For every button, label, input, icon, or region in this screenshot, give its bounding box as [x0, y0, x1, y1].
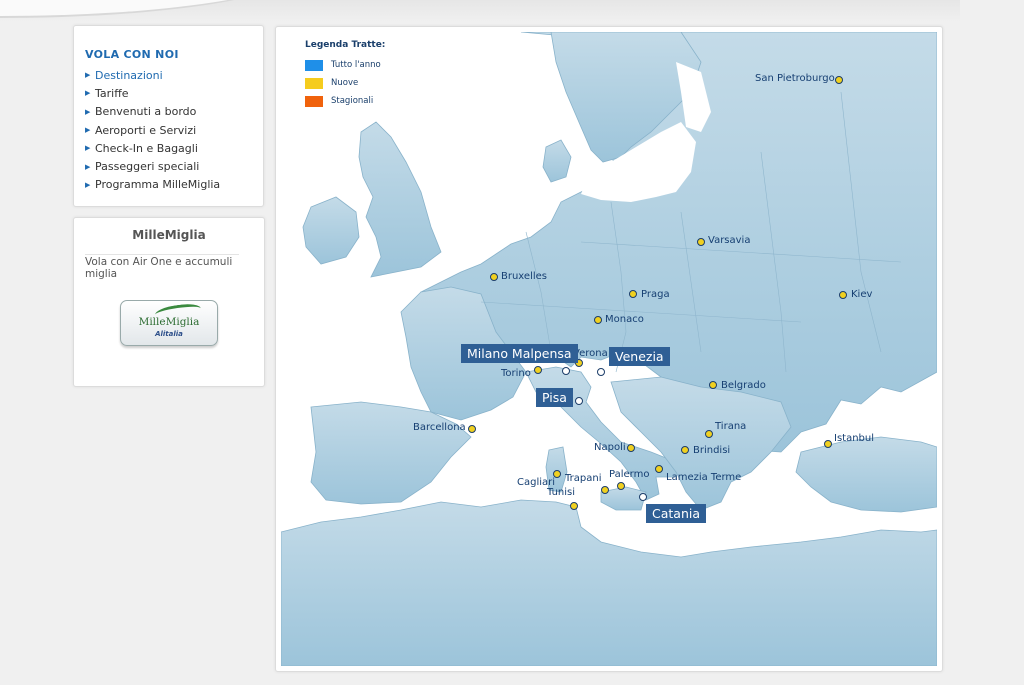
legend-label: Stagionali — [331, 96, 374, 106]
city-marker-pisa[interactable] — [575, 397, 583, 405]
city-marker-barcellona[interactable] — [468, 425, 476, 433]
city-marker-varsavia[interactable] — [697, 238, 705, 246]
city-marker-kiev[interactable] — [839, 291, 847, 299]
legend-label: Nuove — [331, 78, 359, 88]
route-map[interactable]: Legenda Tratte: Tutto l'anno Nuove Stagi… — [281, 32, 937, 666]
hub-label-pisa[interactable]: Pisa — [536, 388, 573, 407]
nav-item-tariffe[interactable]: ▶ Tariffe — [85, 84, 220, 102]
nav-list: ▶ Destinazioni ▶ Tariffe ▶ Benvenuti a bord… — [85, 66, 220, 194]
city-label-kiev[interactable]: Kiev — [851, 289, 872, 300]
city-label-tirana[interactable]: Tirana — [715, 421, 746, 432]
legend-item-stagionali: Stagionali — [305, 92, 385, 110]
city-marker-venezia[interactable] — [597, 368, 605, 376]
city-label-barcellona[interactable]: Barcellona — [413, 422, 466, 433]
city-marker-lamezia-terme[interactable] — [655, 465, 663, 473]
legend-label: Tutto l'anno — [331, 60, 381, 70]
nav-item-passeggeri-speciali[interactable]: ▶ Passeggeri speciali — [85, 157, 220, 175]
city-marker-trapani[interactable] — [601, 486, 609, 494]
city-label-praga[interactable]: Praga — [641, 289, 670, 300]
legend-swatch-blue — [305, 59, 323, 71]
city-label-brindisi[interactable]: Brindisi — [693, 445, 730, 456]
legend-title: Legenda Tratte: — [305, 40, 386, 50]
millemiglia-title: MilleMiglia — [132, 228, 206, 242]
hub-label-venezia[interactable]: Venezia — [609, 347, 670, 366]
header-swoosh — [0, 0, 960, 22]
city-marker-tirana[interactable] — [705, 430, 713, 438]
city-label-bruxelles[interactable]: Bruxelles — [501, 271, 547, 282]
nav-item-label: Benvenuti a bordo — [95, 105, 197, 119]
millemiglia-description: Vola con Air One e accumuli miglia — [85, 256, 233, 280]
city-label-palermo[interactable]: Palermo — [609, 469, 649, 480]
city-marker-napoli[interactable] — [627, 444, 635, 452]
city-marker-brindisi[interactable] — [681, 446, 689, 454]
legend-swatch-yellow — [305, 77, 323, 89]
nav-item-label: Tariffe — [95, 86, 129, 100]
city-label-napoli[interactable]: Napoli — [594, 442, 626, 453]
city-marker-palermo[interactable] — [617, 482, 625, 490]
nav-panel: VOLA CON NOI ▶ Destinazioni ▶ Tariffe ▶ Ben… — [73, 25, 264, 207]
nav-item-label: Destinazioni — [95, 68, 163, 82]
millemiglia-logo-button[interactable]: MilleMiglia Alitalia — [120, 300, 218, 346]
hub-label-milano-malpensa[interactable]: Milano Malpensa — [461, 344, 578, 363]
nav-item-label: Passeggeri speciali — [95, 160, 200, 174]
nav-item-destinazioni[interactable]: ▶ Destinazioni — [85, 66, 220, 84]
triangle-right-icon: ▶ — [85, 144, 91, 153]
city-marker-bruxelles[interactable] — [490, 273, 498, 281]
triangle-right-icon: ▶ — [85, 89, 91, 98]
nav-item-label: Check-In e Bagagli — [95, 141, 198, 155]
map-panel: Legenda Tratte: Tutto l'anno Nuove Stagi… — [275, 26, 943, 672]
city-label-istanbul[interactable]: Istanbul — [834, 433, 874, 444]
route-legend: Legenda Tratte: Tutto l'anno Nuove Stagi… — [305, 40, 385, 110]
city-label-san-pietroburgo[interactable]: San Pietroburgo — [755, 73, 835, 84]
triangle-right-icon: ▶ — [85, 162, 91, 171]
city-marker-san-pietroburgo[interactable] — [835, 76, 843, 84]
city-marker-belgrado[interactable] — [709, 381, 717, 389]
city-marker-torino[interactable] — [534, 366, 542, 374]
city-label-belgrado[interactable]: Belgrado — [721, 380, 766, 391]
legend-item-nuove: Nuove — [305, 74, 385, 92]
triangle-right-icon: ▶ — [85, 71, 91, 80]
nav-item-programma-millemiglia[interactable]: ▶ Programma MilleMiglia — [85, 176, 220, 194]
triangle-right-icon: ▶ — [85, 107, 91, 116]
city-label-torino[interactable]: Torino — [501, 368, 531, 379]
city-label-monaco[interactable]: Monaco — [605, 314, 644, 325]
alitalia-logo-text: Alitalia — [155, 330, 183, 338]
nav-item-aeroporti-e-servizi[interactable]: ▶ Aeroporti e Servizi — [85, 121, 220, 139]
city-marker-catania[interactable] — [639, 493, 647, 501]
millemiglia-logo-text: MilleMiglia — [138, 316, 200, 328]
city-marker-istanbul[interactable] — [824, 440, 832, 448]
city-label-trapani[interactable]: Trapani — [565, 473, 601, 484]
triangle-right-icon: ▶ — [85, 180, 91, 189]
city-marker-monaco[interactable] — [594, 316, 602, 324]
hub-label-catania[interactable]: Catania — [646, 504, 707, 523]
city-label-tunisi[interactable]: Tunisi — [547, 487, 575, 498]
nav-item-check-in-e-bagagli[interactable]: ▶ Check-In e Bagagli — [85, 139, 220, 157]
city-marker-milano[interactable] — [562, 367, 570, 375]
nav-title: VOLA CON NOI — [85, 48, 179, 61]
triangle-right-icon: ▶ — [85, 126, 91, 135]
city-label-verona[interactable]: Verona — [573, 348, 608, 359]
nav-item-label: Aeroporti e Servizi — [95, 123, 197, 137]
nav-item-label: Programma MilleMiglia — [95, 178, 221, 192]
millemiglia-panel: MilleMiglia Vola con Air One e accumuli … — [73, 217, 265, 387]
city-marker-praga[interactable] — [629, 290, 637, 298]
legend-item-tutto-lanno: Tutto l'anno — [305, 56, 385, 74]
city-label-varsavia[interactable]: Varsavia — [708, 235, 750, 246]
divider — [85, 254, 239, 255]
city-label-lamezia-terme[interactable]: Lamezia Terme — [666, 472, 741, 483]
city-marker-tunisi[interactable] — [570, 502, 578, 510]
legend-swatch-orange — [305, 95, 323, 107]
nav-item-benvenuti-a-bordo[interactable]: ▶ Benvenuti a bordo — [85, 103, 220, 121]
